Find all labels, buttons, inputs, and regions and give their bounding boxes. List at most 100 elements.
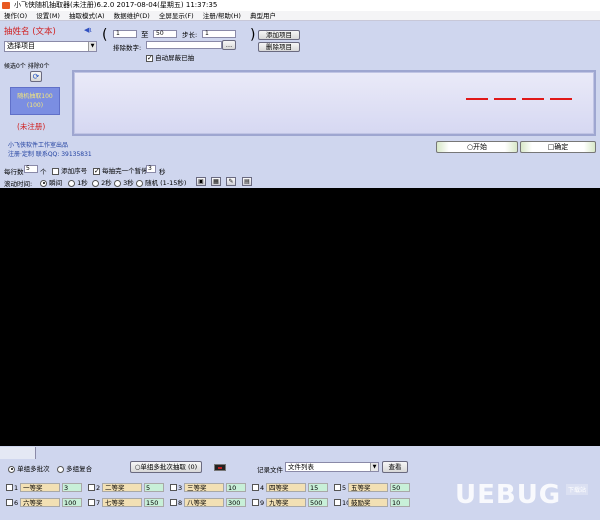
delete-item-button[interactable]: 删除项目 xyxy=(258,42,300,52)
prize-number: 1 xyxy=(14,484,19,492)
prize-checkbox[interactable] xyxy=(252,499,259,506)
prize-name-field[interactable]: 鼓励奖 xyxy=(348,498,388,507)
add-seq-checkbox[interactable] xyxy=(52,167,59,175)
exclude-more-button[interactable]: … xyxy=(222,40,236,50)
pause-label: 每抽完一个暂停 xyxy=(102,167,148,175)
per-row-unit: 个 xyxy=(40,168,47,176)
window-title: 小飞侠随机抽取器(未注册)6.2.0 2017-08-04(星期五) 11:37… xyxy=(14,1,218,9)
prize-name-field[interactable]: 九等奖 xyxy=(266,498,306,507)
scroll-radio[interactable] xyxy=(136,179,143,187)
scroll-opt-instant[interactable]: 瞬间 xyxy=(40,177,62,187)
record-select-value: 文件列表 xyxy=(288,463,314,471)
scroll-opt-label: 1秒 xyxy=(77,179,88,187)
image-icon[interactable]: ▣ xyxy=(196,177,206,186)
multi-merge-radio[interactable] xyxy=(57,465,64,473)
prize-count-field[interactable]: 500 xyxy=(308,498,328,507)
list-title: 抽姓名 (文本) xyxy=(4,27,56,37)
prize-name-field[interactable]: 八等奖 xyxy=(184,498,224,507)
grid-icon[interactable]: ▦ xyxy=(211,177,221,186)
auto-exclude-checkbox[interactable] xyxy=(146,54,153,62)
result-slot xyxy=(494,98,516,100)
prize-number: 6 xyxy=(14,499,19,507)
scroll-radio[interactable] xyxy=(68,179,75,187)
prize-checkbox[interactable] xyxy=(88,484,95,491)
prize-checkbox[interactable] xyxy=(252,484,259,491)
prize-name-field[interactable]: 二等奖 xyxy=(102,483,142,492)
menu-operate[interactable]: 操作(O) xyxy=(4,11,27,21)
print-icon[interactable]: ▤ xyxy=(242,177,252,186)
menu-data[interactable]: 数据维护(D) xyxy=(114,11,150,21)
menu-help[interactable]: 注册/帮助(H) xyxy=(203,11,241,21)
prize-count-field[interactable]: 3 xyxy=(62,483,82,492)
menu-fullscreen[interactable]: 全屏显示(F) xyxy=(159,11,194,21)
prize-number: 4 xyxy=(260,484,265,492)
prize-count-field[interactable]: 10 xyxy=(226,483,246,492)
project-select[interactable]: 选择项目 ▼ xyxy=(4,41,97,52)
pause-checkbox[interactable] xyxy=(93,167,100,175)
chevron-down-icon[interactable]: ▼ xyxy=(370,463,378,471)
add-seq-row: 添加序号 xyxy=(52,165,87,175)
logo-line2: (100) xyxy=(26,102,44,109)
scroll-opt-2s[interactable]: 2秒 xyxy=(92,177,112,187)
exclude-input[interactable] xyxy=(146,41,222,49)
prize-name-field[interactable]: 七等奖 xyxy=(102,498,142,507)
prize-count-field[interactable]: 50 xyxy=(390,483,410,492)
scroll-opt-random[interactable]: 随机 (1-15秒) xyxy=(136,177,186,187)
scroll-radio[interactable] xyxy=(114,179,121,187)
single-group-draw-button[interactable]: ○单组多批次抽取 (0) xyxy=(130,461,202,473)
scroll-radio[interactable] xyxy=(92,179,99,187)
prize-checkbox[interactable] xyxy=(334,484,341,491)
prize-checkbox[interactable] xyxy=(170,484,177,491)
info-icon[interactable]: ◀ι xyxy=(84,26,92,34)
menu-draw-mode[interactable]: 抽取模式(A) xyxy=(69,11,105,21)
prize-checkbox[interactable] xyxy=(6,499,13,506)
range-to-input[interactable]: 50 xyxy=(153,30,177,38)
record-select[interactable]: 文件列表 ▼ xyxy=(285,462,379,472)
scroll-radio[interactable] xyxy=(40,179,47,187)
menu-settings[interactable]: 设置(M) xyxy=(36,11,60,21)
menu-users[interactable]: 典型用户 xyxy=(250,11,276,21)
prize-name-field[interactable]: 四等奖 xyxy=(266,483,306,492)
single-batch-label: 单组多批次 xyxy=(17,465,50,473)
refresh-button[interactable]: ⟳ xyxy=(30,71,42,82)
step-input[interactable]: 1 xyxy=(202,30,236,38)
prize-name-field[interactable]: 五等奖 xyxy=(348,483,388,492)
multi-merge-option[interactable]: 多组复合 xyxy=(57,463,92,473)
scroll-opt-1s[interactable]: 1秒 xyxy=(68,177,88,187)
prize-checkbox[interactable] xyxy=(6,484,13,491)
prize-checkbox[interactable] xyxy=(170,499,177,506)
project-select-value: 选择项目 xyxy=(7,42,35,50)
auto-exclude-label: 自动屏蔽已抽 xyxy=(155,54,195,62)
menu-bar: 操作(O) 设置(M) 抽取模式(A) 数据维护(D) 全屏显示(F) 注册/帮… xyxy=(0,11,600,21)
single-batch-radio[interactable] xyxy=(8,465,15,473)
start-button[interactable]: ○开始 xyxy=(436,141,518,153)
prize-count-field[interactable]: 15 xyxy=(308,483,328,492)
add-item-button[interactable]: 添加项目 xyxy=(258,30,300,40)
prize-count-field[interactable]: 100 xyxy=(62,498,82,507)
prize-name-field[interactable]: 六等奖 xyxy=(20,498,60,507)
single-batch-option[interactable]: 单组多批次 xyxy=(8,463,50,473)
range-from-input[interactable]: 1 xyxy=(113,30,137,38)
scroll-opt-3s[interactable]: 3秒 xyxy=(114,177,134,187)
prize-name-field[interactable]: 三等奖 xyxy=(184,483,224,492)
scroll-opt-label: 瞬间 xyxy=(49,179,63,187)
result-slot xyxy=(550,98,572,100)
prize-count-field[interactable]: 5 xyxy=(144,483,164,492)
prize-count-field[interactable]: 10 xyxy=(390,498,410,507)
prize-checkbox[interactable] xyxy=(334,499,341,506)
per-row-input[interactable]: 5 xyxy=(24,165,38,173)
confirm-button[interactable]: □确定 xyxy=(520,141,596,153)
scroll-opt-label: 3秒 xyxy=(123,179,134,187)
prize-count-field[interactable]: 150 xyxy=(144,498,164,507)
watermark-text: UEBUG xyxy=(455,480,562,510)
edit-icon[interactable]: ✎ xyxy=(226,177,236,186)
prize-count-field[interactable]: 300 xyxy=(226,498,246,507)
pause-input[interactable]: 3 xyxy=(146,165,156,173)
app-icon xyxy=(2,2,10,9)
contact-label: 注册·定制 联系QQ: 39135831 xyxy=(8,151,92,158)
prize-name-field[interactable]: 一等奖 xyxy=(20,483,60,492)
view-button[interactable]: 查看 xyxy=(382,461,408,473)
chevron-down-icon[interactable]: ▼ xyxy=(88,42,96,51)
prize-number: 3 xyxy=(178,484,183,492)
prize-checkbox[interactable] xyxy=(88,499,95,506)
